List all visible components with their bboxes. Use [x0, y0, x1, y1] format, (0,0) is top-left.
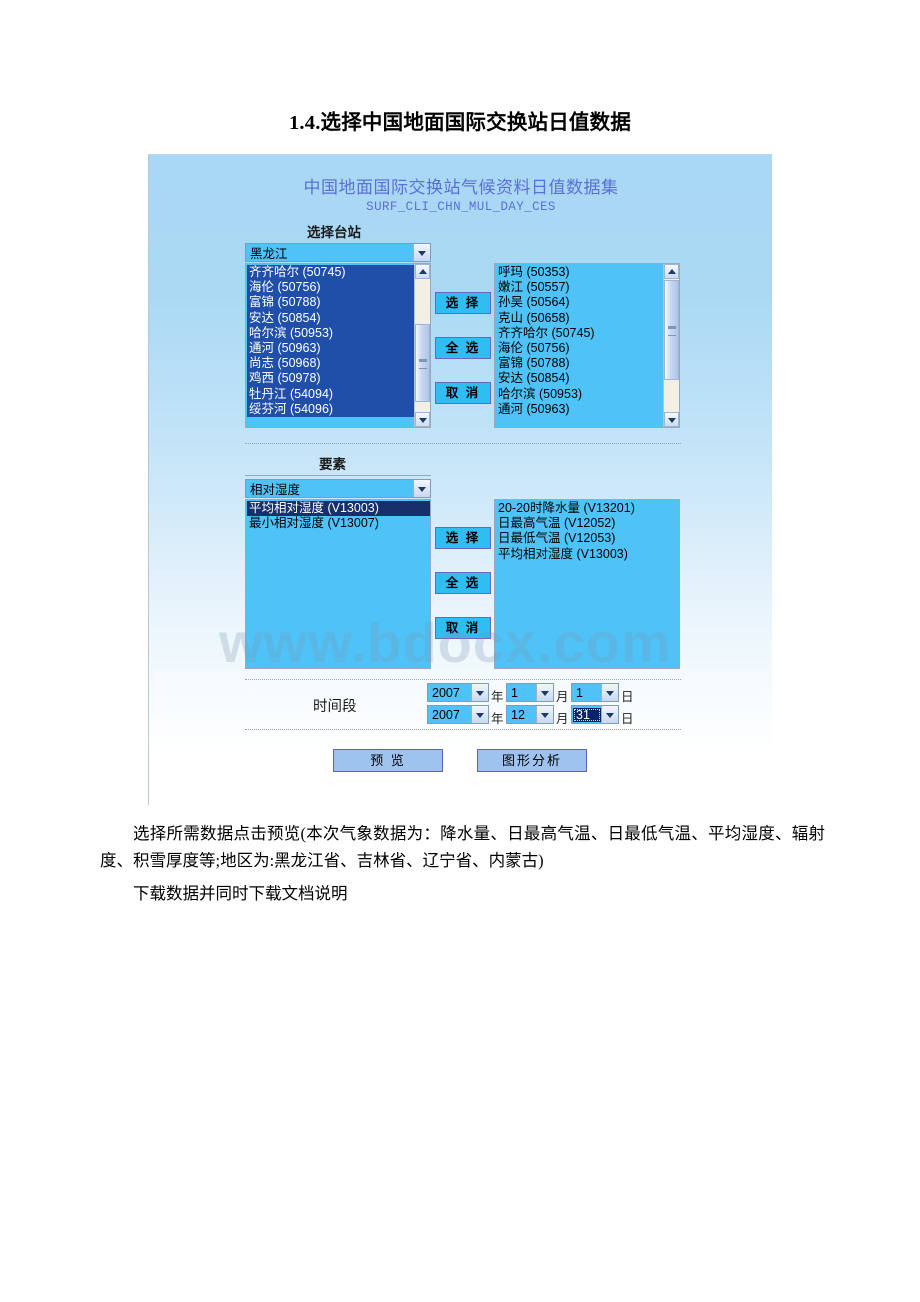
chevron-down-icon[interactable]: [601, 684, 618, 701]
section-divider: [245, 443, 681, 444]
start-year-unit: 年: [491, 690, 504, 704]
list-item[interactable]: 富锦 (50788): [496, 356, 663, 371]
scroll-down-icon[interactable]: [664, 412, 679, 427]
list-item[interactable]: 绥芬河 (54096): [247, 401, 414, 418]
start-year-value: 2007: [432, 685, 460, 700]
scrollbar-thumb[interactable]: [664, 280, 679, 380]
end-day-unit: 日: [621, 712, 634, 726]
app-title: 中国地面国际交换站气候资料日值数据集: [303, 178, 619, 197]
chevron-down-icon[interactable]: [471, 684, 488, 701]
app-screenshot-panel: 中国地面国际交换站气候资料日值数据集 SURF_CLI_CHN_MUL_DAY_…: [148, 155, 772, 805]
chevron-down-icon[interactable]: [471, 706, 488, 723]
element-choose-button[interactable]: 选 择: [435, 527, 491, 549]
station-cancel-button[interactable]: 取 消: [435, 382, 491, 404]
start-year-select[interactable]: 2007: [427, 683, 489, 702]
list-item[interactable]: 孙吴 (50564): [496, 295, 663, 310]
end-year-select[interactable]: 2007: [427, 705, 489, 724]
station-section-label: 选择台站: [307, 225, 361, 240]
list-item[interactable]: 富锦 (50788): [247, 295, 414, 311]
list-item[interactable]: 齐齐哈尔 (50745): [247, 265, 414, 281]
end-month-select[interactable]: 12: [506, 705, 554, 724]
chevron-down-icon[interactable]: [413, 244, 430, 261]
province-select[interactable]: 黑龙江: [245, 243, 431, 262]
available-elements-listbox[interactable]: 平均相对湿度 (V13003) 最小相对湿度 (V13007): [245, 499, 431, 669]
element-cancel-button[interactable]: 取 消: [435, 617, 491, 639]
list-item[interactable]: 平均相对湿度 (V13003): [496, 547, 679, 562]
list-item[interactable]: 通河 (50963): [496, 402, 663, 417]
instruction-paragraph: 选择所需数据点击预览(本次气象数据为：降水量、日最高气温、日最低气温、平均湿度、…: [100, 824, 825, 870]
scroll-down-icon[interactable]: [415, 412, 430, 427]
list-item[interactable]: 呼玛 (50353): [496, 265, 663, 280]
chevron-down-icon[interactable]: [536, 706, 553, 723]
selected-stations-scrollbar[interactable]: [663, 264, 679, 427]
scrollbar-thumb[interactable]: [415, 324, 430, 402]
list-item[interactable]: 日最高气温 (V12052): [496, 516, 679, 531]
element-category-value: 相对湿度: [250, 483, 301, 497]
end-month-value: 12: [511, 707, 525, 722]
page-title: 1.4.选择中国地面国际交换站日值数据: [288, 112, 632, 134]
selected-stations-items: 呼玛 (50353) 嫩江 (50557) 孙吴 (50564) 克山 (506…: [495, 264, 663, 427]
start-month-select[interactable]: 1: [506, 683, 554, 702]
element-category-select[interactable]: 相对湿度: [245, 479, 431, 498]
start-month-unit: 月: [556, 690, 569, 704]
list-item[interactable]: 安达 (50854): [247, 310, 414, 326]
preview-button[interactable]: 预 览: [333, 749, 443, 772]
list-item[interactable]: 齐齐哈尔 (50745): [496, 326, 663, 341]
period-section-label: 时间段: [313, 699, 357, 715]
list-item[interactable]: 哈尔滨 (50953): [496, 387, 663, 402]
list-item[interactable]: 平均相对湿度 (V13003): [247, 501, 430, 517]
element-section-label: 要素: [319, 457, 346, 472]
available-stations-listbox[interactable]: 齐齐哈尔 (50745) 海伦 (50756) 富锦 (50788) 安达 (5…: [245, 263, 431, 428]
chevron-down-icon[interactable]: [536, 684, 553, 701]
scroll-up-icon[interactable]: [415, 264, 430, 279]
chevron-down-icon[interactable]: [601, 706, 618, 723]
start-month-value: 1: [511, 685, 518, 700]
available-elements-items: 平均相对湿度 (V13003) 最小相对湿度 (V13007): [246, 500, 430, 668]
list-item[interactable]: 嫩江 (50557): [496, 280, 663, 295]
list-item[interactable]: 最小相对湿度 (V13007): [247, 516, 430, 531]
station-choose-button[interactable]: 选 择: [435, 292, 491, 314]
end-year-value: 2007: [432, 707, 460, 722]
station-select-all-button[interactable]: 全 选: [435, 337, 491, 359]
app-subtitle-code: SURF_CLI_CHN_MUL_DAY_CES: [366, 200, 556, 214]
selected-stations-listbox[interactable]: 呼玛 (50353) 嫩江 (50557) 孙吴 (50564) 克山 (506…: [494, 263, 680, 428]
end-year-unit: 年: [491, 712, 504, 726]
download-note-paragraph: 下载数据并同时下载文档说明: [133, 884, 348, 903]
end-day-value: 31: [573, 707, 601, 722]
list-item[interactable]: 日最低气温 (V12053): [496, 531, 679, 546]
chevron-down-icon[interactable]: [413, 480, 430, 497]
period-divider-bottom: [245, 729, 681, 730]
chart-analysis-button[interactable]: 图形分析: [477, 749, 587, 772]
start-day-value: 1: [576, 685, 583, 700]
start-day-select[interactable]: 1: [571, 683, 619, 702]
available-stations-items: 齐齐哈尔 (50745) 海伦 (50756) 富锦 (50788) 安达 (5…: [246, 264, 414, 427]
element-select-all-button[interactable]: 全 选: [435, 572, 491, 594]
list-item[interactable]: 通河 (50963): [247, 341, 414, 357]
list-item[interactable]: 尚志 (50968): [247, 356, 414, 372]
list-item[interactable]: 牡丹江 (54094): [247, 386, 414, 402]
list-item[interactable]: 鸡西 (50978): [247, 371, 414, 387]
list-item[interactable]: 哈尔滨 (50953): [247, 325, 414, 342]
list-item[interactable]: 克山 (50658): [496, 311, 663, 326]
end-month-unit: 月: [556, 712, 569, 726]
list-item[interactable]: 20-20时降水量 (V13201): [496, 501, 679, 516]
period-divider-top: [245, 679, 681, 680]
available-stations-scrollbar[interactable]: [414, 264, 430, 427]
list-item[interactable]: 海伦 (50756): [247, 280, 414, 296]
end-day-select[interactable]: 31: [571, 705, 619, 724]
list-item[interactable]: 安达 (50854): [496, 371, 663, 386]
selected-elements-listbox[interactable]: 20-20时降水量 (V13201) 日最高气温 (V12052) 日最低气温 …: [494, 499, 680, 669]
scroll-up-icon[interactable]: [664, 264, 679, 279]
element-label-underline: [245, 475, 431, 476]
province-select-value: 黑龙江: [250, 247, 288, 261]
start-day-unit: 日: [621, 690, 634, 704]
list-item[interactable]: 海伦 (50756): [496, 341, 663, 356]
selected-elements-items: 20-20时降水量 (V13201) 日最高气温 (V12052) 日最低气温 …: [495, 500, 679, 668]
